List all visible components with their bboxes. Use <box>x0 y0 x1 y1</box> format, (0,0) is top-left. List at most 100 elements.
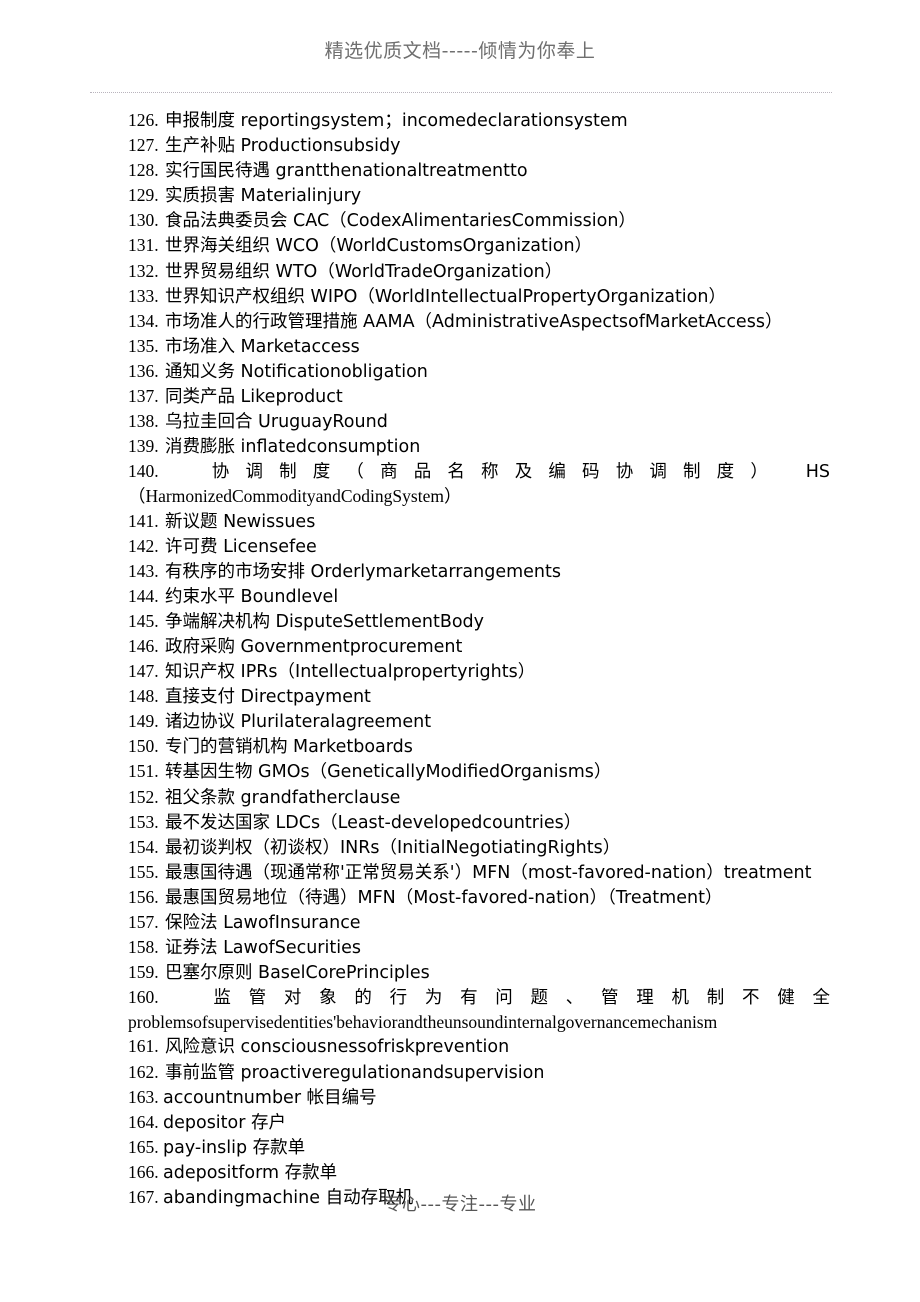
glossary-entry-number: 162. <box>128 1061 159 1082</box>
glossary-entry-number: 151. <box>128 761 159 782</box>
glossary-entry-text: 最初谈判权（初谈权）INRs（InitialNegotiatingRights） <box>165 837 621 858</box>
glossary-entry: 142. 许可费 Licensefee <box>0 534 920 559</box>
glossary-entry-text: 证券法 LawofSecurities <box>165 938 361 959</box>
glossary-entry-text: 最惠国待遇（现通常称'正常贸易关系'）MFN（most-favored-nati… <box>165 862 812 883</box>
glossary-entry: 156. 最惠国贸易地位（待遇）MFN（Most-favored-nation）（… <box>0 885 920 910</box>
glossary-entry: 140. 协调制度（商品名称及编码协调制度） HS （HarmonizedCommo… <box>0 459 920 508</box>
glossary-entry-number: 126. <box>128 110 159 130</box>
glossary-entry: 153. 最不发达国家 LDCs（Least-developedcountries… <box>0 810 920 835</box>
glossary-entry-text: 同类产品 Likeproduct <box>165 387 343 408</box>
glossary-entry-number: 153. <box>128 811 159 832</box>
glossary-entry-line-primary: 160. 监管对象的行为有问题、管理机制不健全 <box>128 985 830 1010</box>
glossary-entry: 127. 生产补贴 Productionsubsidy <box>0 133 920 158</box>
header-watermark-text: 精选优质文档-----倾情为你奉上 <box>324 40 596 62</box>
glossary-entry-line-continuation: （HarmonizedCommodityandCodingSystem） <box>128 486 462 507</box>
glossary-entry-text: 协调制度（商品名称及编码协调制度） HS <box>195 462 830 483</box>
glossary-entry-number: 152. <box>128 786 159 807</box>
glossary-entry-number: 164. <box>128 1111 159 1132</box>
glossary-entry-text: 最不发达国家 LDCs（Least-developedcountries） <box>165 812 582 833</box>
glossary-entry: 147. 知识产权 IPRs（Intellectualpropertyrights… <box>0 659 920 684</box>
footer-watermark-text: 专心---专注---专业 <box>383 1194 537 1215</box>
glossary-entry-number: 154. <box>128 836 159 857</box>
glossary-entry-text: 保险法 LawofInsurance <box>165 913 361 933</box>
glossary-entry-text: 专门的营销机构 Marketboards <box>165 737 413 758</box>
glossary-entry: 133. 世界知识产权组织 WIPO（WorldIntellectualPrope… <box>0 284 920 309</box>
glossary-entry-number: 147. <box>128 661 159 682</box>
glossary-entry-text: 政府采购 Governmentprocurement <box>165 636 463 657</box>
glossary-entry: 130. 食品法典委员会 CAC（CodexAlimentariesCommiss… <box>0 208 920 233</box>
glossary-entry: 149. 诸边协议 Plurilateralagreement <box>0 709 920 734</box>
glossary-entry-number: 142. <box>128 535 159 556</box>
glossary-entry-number: 145. <box>128 610 159 631</box>
glossary-entry: 135. 市场准入 Marketaccess <box>0 334 920 359</box>
glossary-entry: 160. 监管对象的行为有问题、管理机制不健全 problemsofsupervis… <box>0 985 920 1034</box>
glossary-entry-number: 146. <box>128 635 159 656</box>
glossary-entry-text: 实质损害 Materialinjury <box>165 186 362 207</box>
glossary-entry-number: 139. <box>128 436 159 457</box>
glossary-entry-number: 148. <box>128 686 159 707</box>
glossary-entry-number: 143. <box>128 560 159 581</box>
glossary-entry-number: 157. <box>128 912 159 932</box>
glossary-entry: 131. 世界海关组织 WCO（WorldCustomsOrganization） <box>0 233 920 258</box>
glossary-entry-text: 市场准人的行政管理措施 AAMA（AdministrativeAspectsof… <box>165 311 783 332</box>
glossary-entry: 145. 争端解决机构 DisputeSettlementBody <box>0 609 920 634</box>
glossary-entry-number: 132. <box>128 260 159 281</box>
glossary-entry-number: 138. <box>128 411 159 432</box>
glossary-entry-text: 知识产权 IPRs（Intellectualpropertyrights） <box>165 662 536 683</box>
glossary-entry: 165. pay-inslip 存款单 <box>0 1135 920 1160</box>
glossary-entry-text: 直接支付 Directpayment <box>165 687 371 708</box>
glossary-entry-number: 134. <box>128 310 159 331</box>
glossary-entry: 158. 证券法 LawofSecurities <box>0 935 920 960</box>
glossary-entry-text: 食品法典委员会 CAC（CodexAlimentariesCommission） <box>165 211 636 232</box>
glossary-entry-number: 135. <box>128 335 159 356</box>
glossary-entry: 144. 约束水平 Boundlevel <box>0 584 920 609</box>
glossary-entry-number: 144. <box>128 585 159 606</box>
glossary-entry: 134. 市场准人的行政管理措施 AAMA（AdministrativeAspec… <box>0 309 920 334</box>
glossary-entry-text: 转基因生物 GMOs（GeneticallyModifiedOrganisms） <box>165 762 612 783</box>
glossary-entry-number: 163. <box>128 1086 159 1107</box>
glossary-entry: 136. 通知义务 Notificationobligation <box>0 359 920 384</box>
glossary-entry: 143. 有秩序的市场安排 Orderlymarketarrangements <box>0 559 920 584</box>
glossary-entry-number: 137. <box>128 386 159 407</box>
glossary-entry-number: 165. <box>128 1136 159 1157</box>
glossary-entry-text: 最惠国贸易地位（待遇）MFN（Most-favored-nation）（Trea… <box>165 887 723 908</box>
glossary-entry-text: 争端解决机构 DisputeSettlementBody <box>165 611 485 632</box>
glossary-entry-text: 事前监管 proactiveregulationandsupervision <box>165 1062 545 1083</box>
glossary-entry-number: 161. <box>128 1036 159 1057</box>
glossary-entry-text: 有秩序的市场安排 Orderlymarketarrangements <box>165 561 561 582</box>
glossary-entry: 129. 实质损害 Materialinjury <box>0 183 920 208</box>
glossary-entry-line-continuation: problemsofsupervisedentities'behaviorand… <box>128 1012 718 1033</box>
glossary-entry-number: 150. <box>128 736 159 757</box>
glossary-entry-text: 消费膨胀 inflatedconsumption <box>165 437 421 458</box>
header-divider-rule <box>90 92 832 93</box>
glossary-entry-line-primary: 140. 协调制度（商品名称及编码协调制度） HS <box>128 459 830 484</box>
glossary-entry-text: 市场准入 Marketaccess <box>165 336 360 357</box>
glossary-entry-body: 140. 协调制度（商品名称及编码协调制度） HS （HarmonizedCommo… <box>128 459 830 508</box>
glossary-entry-number: 140. <box>128 461 159 482</box>
glossary-entry-text: 实行国民待遇 grantthenationaltreatmentto <box>165 161 528 182</box>
glossary-entry-text: 申报制度 reportingsystem；incomedeclarationsy… <box>165 111 628 131</box>
glossary-entry-number: 127. <box>128 135 159 156</box>
glossary-entry-number: 166. <box>128 1161 159 1182</box>
glossary-entry-number: 131. <box>128 235 159 256</box>
glossary-entry: 148. 直接支付 Directpayment <box>0 684 920 709</box>
glossary-entry: 152. 祖父条款 grandfatherclause <box>0 785 920 810</box>
glossary-entry-text: 风险意识 consciousnessofriskprevention <box>165 1037 510 1058</box>
glossary-entry-number: 158. <box>128 937 159 958</box>
glossary-entry-text: 世界海关组织 WCO（WorldCustomsOrganization） <box>165 236 593 257</box>
glossary-entry-body: 160. 监管对象的行为有问题、管理机制不健全 problemsofsupervis… <box>128 985 830 1034</box>
glossary-entry-text: 乌拉圭回合 UruguayRound <box>165 412 388 433</box>
glossary-entry: 150. 专门的营销机构 Marketboards <box>0 734 920 759</box>
glossary-entry-number: 156. <box>128 886 159 907</box>
glossary-entry-number: 128. <box>128 160 159 181</box>
glossary-entry: 166. adepositform 存款单 <box>0 1160 920 1185</box>
glossary-entry: 141. 新议题 Newissues <box>0 509 920 534</box>
glossary-entry-number: 160. <box>128 987 159 1008</box>
glossary-entry-number: 155. <box>128 861 159 882</box>
glossary-entry: 139. 消费膨胀 inflatedconsumption <box>0 434 920 459</box>
glossary-entry: 162. 事前监管 proactiveregulationandsupervisi… <box>0 1060 920 1085</box>
glossary-entry: 138. 乌拉圭回合 UruguayRound <box>0 409 920 434</box>
glossary-entry-text: 世界知识产权组织 WIPO（WorldIntellectualPropertyO… <box>165 286 726 307</box>
glossary-entry: 159. 巴塞尔原则 BaselCorePrinciples <box>0 960 920 985</box>
glossary-entry-text: 生产补贴 Productionsubsidy <box>165 136 401 157</box>
